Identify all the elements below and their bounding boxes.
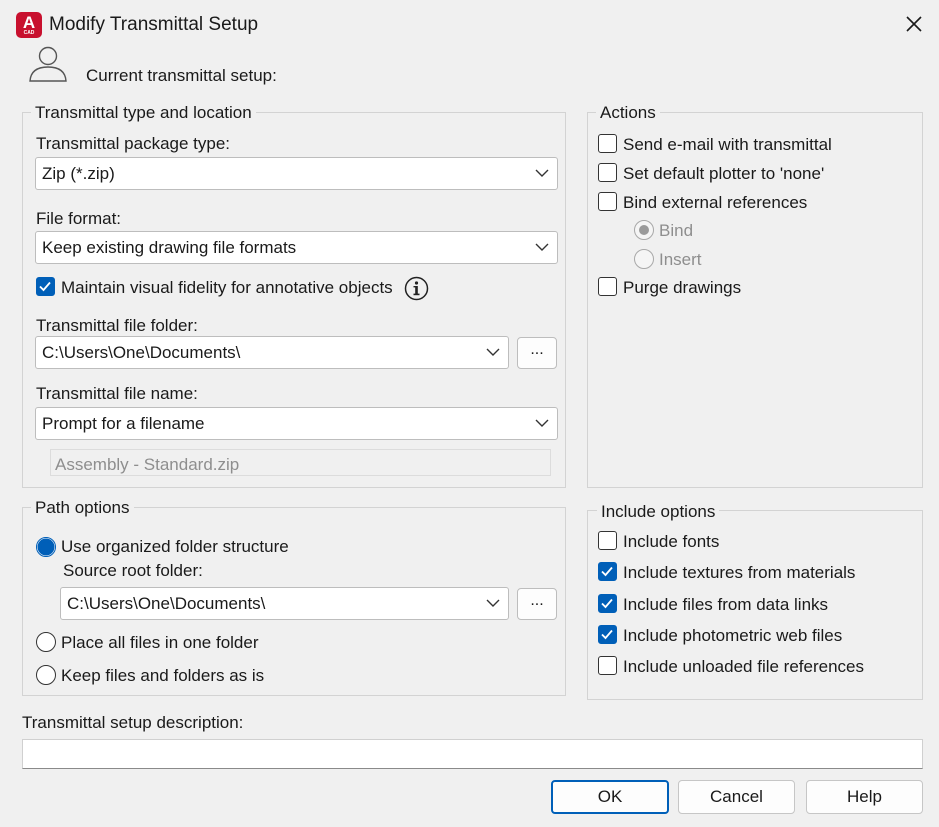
cancel-button[interactable]: Cancel: [678, 780, 795, 814]
insert-label: Insert: [659, 250, 702, 269]
one-folder-radio[interactable]: [36, 632, 56, 652]
folder-label: Transmittal file folder:: [36, 316, 198, 335]
info-icon[interactable]: [404, 276, 429, 301]
organized-label: Use organized folder structure: [61, 537, 289, 556]
source-root-select[interactable]: C:\Users\One\Documents\: [60, 587, 509, 620]
package-type-label: Transmittal package type:: [36, 134, 231, 153]
keep-as-is-radio[interactable]: [36, 665, 56, 685]
include-textures-label: Include textures from materials: [623, 563, 856, 582]
include-photometric-label: Include photometric web files: [623, 626, 843, 645]
description-input[interactable]: [22, 739, 923, 769]
checkmark-icon: [601, 629, 613, 640]
current-setup-label: Current transmittal setup:: [86, 66, 277, 85]
file-name-label: Transmittal file name:: [36, 384, 198, 403]
user-icon: [29, 46, 67, 82]
source-root-browse-button[interactable]: ...: [517, 588, 557, 620]
include-textures-checkbox[interactable]: [598, 562, 617, 581]
bind-xrefs-checkbox[interactable]: [598, 192, 617, 211]
folder-select[interactable]: C:\Users\One\Documents\: [35, 336, 509, 369]
folder-value: C:\Users\One\Documents\: [42, 343, 241, 362]
file-format-label: File format:: [36, 209, 122, 228]
file-name-preview: Assembly - Standard.zip: [55, 455, 240, 474]
file-name-value: Prompt for a filename: [42, 414, 205, 433]
include-fonts-label: Include fonts: [623, 532, 720, 551]
default-plotter-checkbox[interactable]: [598, 163, 617, 182]
chevron-down-icon: [486, 348, 500, 356]
checkmark-icon: [39, 281, 51, 292]
organized-radio[interactable]: [36, 537, 56, 557]
maintain-fidelity-checkbox[interactable]: [36, 277, 55, 296]
chevron-down-icon: [535, 419, 549, 427]
insert-radio[interactable]: [634, 249, 654, 269]
folder-browse-button[interactable]: ...: [517, 337, 557, 369]
bind-label: Bind: [659, 221, 694, 240]
checkmark-icon: [601, 598, 613, 609]
keep-as-is-label: Keep files and folders as is: [61, 666, 265, 685]
include-unloaded-label: Include unloaded file references: [623, 657, 864, 676]
window-title: Modify Transmittal Setup: [49, 14, 259, 35]
include-options-group-label: Include options: [597, 503, 720, 520]
include-data-links-label: Include files from data links: [623, 595, 829, 614]
maintain-fidelity-label: Maintain visual fidelity for annotative …: [61, 278, 393, 297]
purge-label: Purge drawings: [623, 278, 742, 297]
app-icon: A CAD: [16, 12, 42, 38]
include-data-links-checkbox[interactable]: [598, 594, 617, 613]
chevron-down-icon: [486, 599, 500, 607]
file-format-value: Keep existing drawing file formats: [42, 238, 297, 257]
help-button[interactable]: Help: [806, 780, 923, 814]
package-type-select[interactable]: Zip (*.zip): [35, 157, 558, 190]
checkmark-icon: [601, 566, 613, 577]
title-bar: A CAD Modify Transmittal Setup: [0, 0, 939, 50]
type-location-group-label: Transmittal type and location: [31, 104, 256, 121]
package-type-value: Zip (*.zip): [42, 164, 115, 183]
app-icon-sub: CAD: [23, 30, 35, 36]
one-folder-label: Place all files in one folder: [61, 633, 259, 652]
file-name-preview-field: Assembly - Standard.zip: [50, 449, 551, 476]
file-format-select[interactable]: Keep existing drawing file formats: [35, 231, 558, 264]
purge-checkbox[interactable]: [598, 277, 617, 296]
file-name-select[interactable]: Prompt for a filename: [35, 407, 558, 440]
send-email-checkbox[interactable]: [598, 134, 617, 153]
include-fonts-checkbox[interactable]: [598, 531, 617, 550]
actions-group-label: Actions: [596, 104, 660, 121]
bind-xrefs-label: Bind external references: [623, 193, 808, 212]
path-options-group-label: Path options: [31, 499, 134, 516]
bind-radio[interactable]: [634, 220, 654, 240]
send-email-label: Send e-mail with transmittal: [623, 135, 832, 154]
source-root-label: Source root folder:: [63, 561, 203, 580]
default-plotter-label: Set default plotter to 'none': [623, 164, 825, 183]
close-icon: [906, 16, 922, 32]
ok-button[interactable]: OK: [551, 780, 669, 814]
chevron-down-icon: [535, 243, 549, 251]
include-unloaded-checkbox[interactable]: [598, 656, 617, 675]
description-label: Transmittal setup description:: [22, 713, 244, 732]
chevron-down-icon: [535, 169, 549, 177]
close-button[interactable]: [896, 6, 932, 42]
source-root-value: C:\Users\One\Documents\: [67, 594, 266, 613]
include-photometric-checkbox[interactable]: [598, 625, 617, 644]
